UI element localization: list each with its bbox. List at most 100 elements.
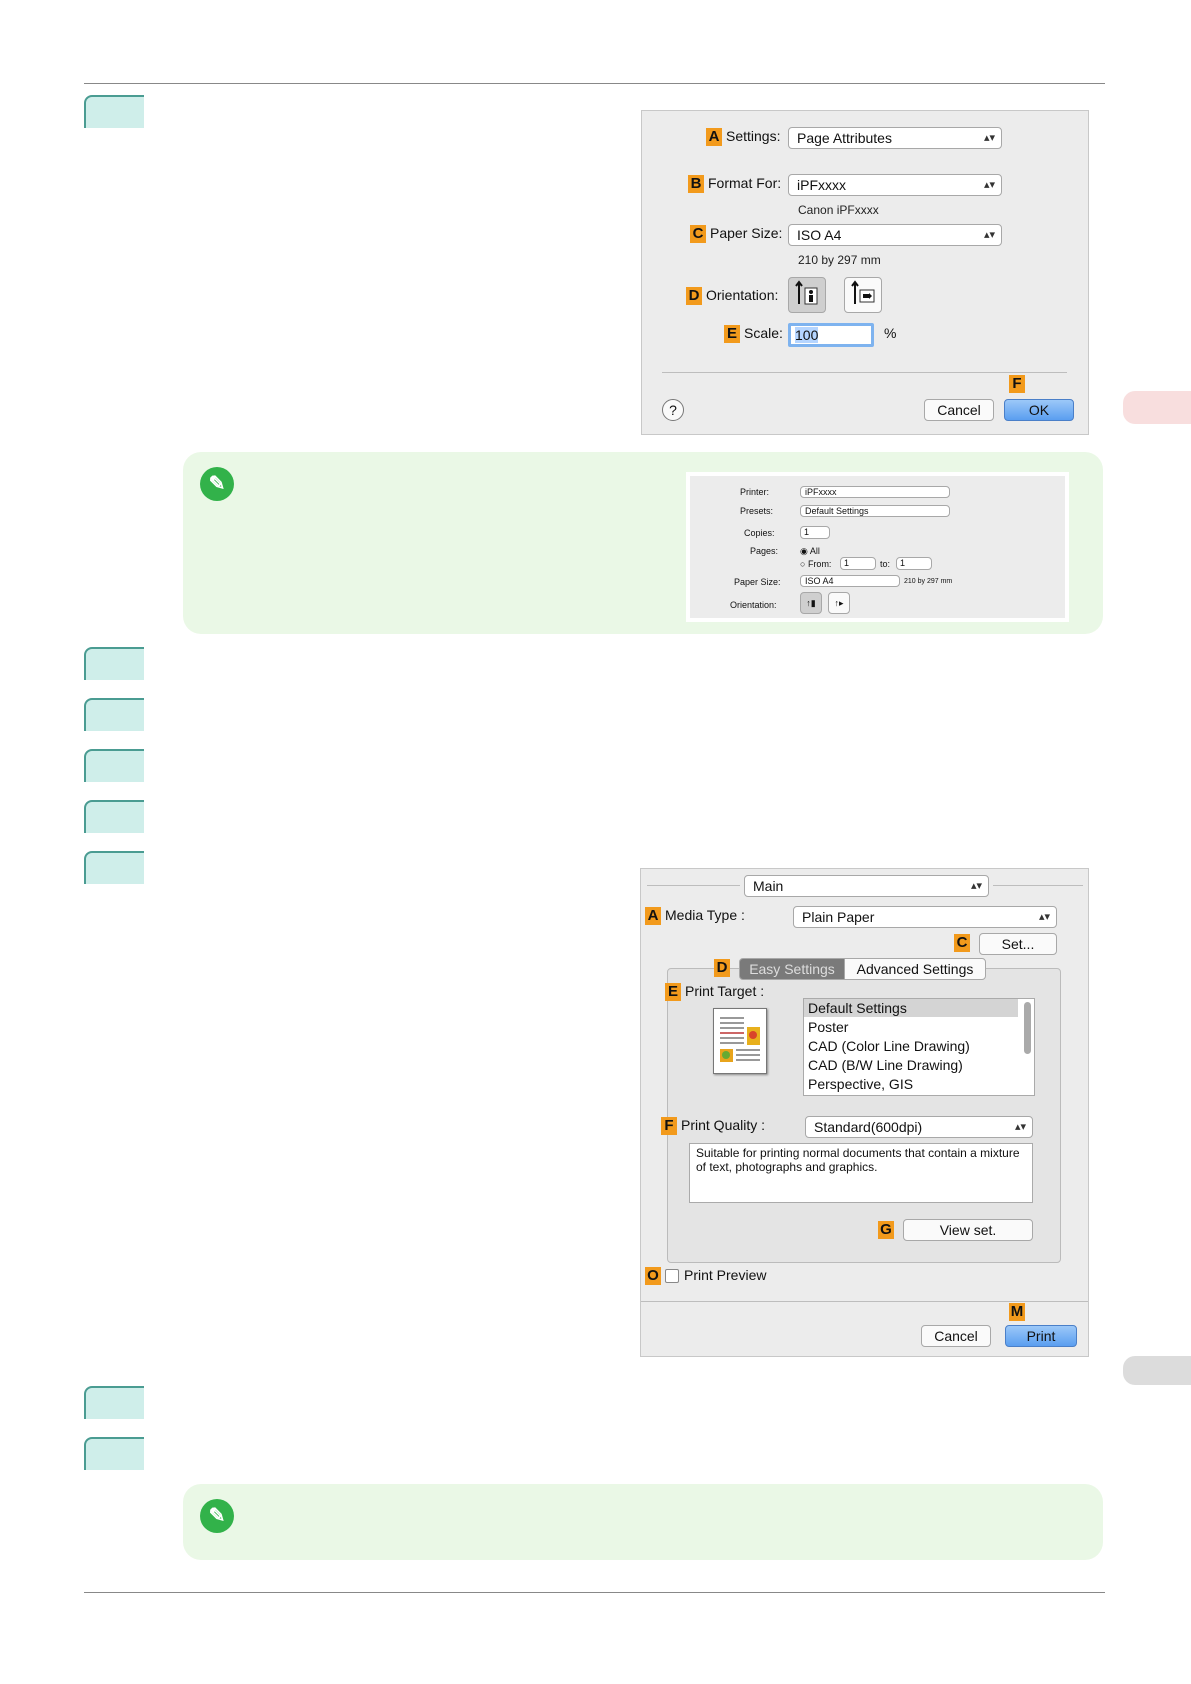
side-tab-section[interactable] (1123, 391, 1191, 424)
scale-value: 100 (795, 327, 819, 343)
media-popup[interactable]: Plain Paper ▴▾ (793, 906, 1057, 928)
panel-separator-left (647, 885, 740, 886)
stepper-icon: ▴▾ (1014, 1121, 1026, 1133)
scale-unit: % (884, 325, 897, 341)
print-target-label: Print Target : (685, 983, 765, 999)
marker-e: E (724, 325, 740, 343)
thumb-all-label: All (809, 546, 820, 556)
marker-c: C (690, 225, 706, 243)
dialog-separator (641, 1301, 1088, 1302)
media-row: A Media Type : (645, 907, 745, 925)
scale-label: Scale: (744, 325, 783, 341)
marker-d: D (686, 287, 702, 305)
step-marker (84, 95, 144, 128)
format-subtext: Canon iPFxxxx (798, 203, 879, 217)
marker-d: D (714, 959, 730, 977)
step-marker (84, 1437, 144, 1470)
step-marker (84, 647, 144, 680)
thumb-landscape-icon: ↑▸ (828, 592, 850, 614)
portrait-icon (795, 280, 818, 305)
landscape-orientation-button[interactable] (844, 277, 882, 313)
marker-o: O (645, 1267, 661, 1285)
format-row: B Format For: (688, 175, 781, 193)
orientation-row: D Orientation: (686, 287, 778, 305)
thumb-from-field: 1 (840, 557, 876, 570)
print-preview-checkbox[interactable] (665, 1269, 679, 1284)
step-marker (84, 851, 144, 884)
list-item[interactable]: Poster (808, 1019, 848, 1035)
list-item[interactable]: CAD (B/W Line Drawing) (808, 1057, 963, 1073)
note-box: ✎ (183, 1484, 1103, 1560)
stepper-icon: ▴▾ (983, 179, 995, 191)
orientation-label: Orientation: (706, 287, 779, 303)
step-marker (84, 698, 144, 731)
scale-input[interactable]: 100 (788, 323, 874, 347)
marker-f: F (1009, 375, 1025, 393)
portrait-orientation-button[interactable] (788, 277, 826, 313)
tab-advanced-settings[interactable]: Advanced Settings (844, 958, 986, 980)
list-scrollbar[interactable] (1024, 1002, 1031, 1054)
thumb-printer-value: iPFxxxx (805, 487, 837, 497)
step-marker (84, 1386, 144, 1419)
print-target-list[interactable]: Default Settings Poster CAD (Color Line … (803, 998, 1035, 1096)
thumb-copies-label: Copies: (744, 528, 775, 538)
thumb-portrait-icon: ↑▮ (800, 592, 822, 614)
panel-popup[interactable]: Main ▴▾ (744, 875, 989, 897)
marker-f-wrap: F (1009, 375, 1029, 393)
paper-popup[interactable]: ISO A4 ▴▾ (788, 224, 1002, 246)
print-button[interactable]: Print (1005, 1325, 1077, 1347)
marker-d-wrap: D (714, 959, 734, 977)
top-rule (84, 83, 1105, 84)
marker-f: F (661, 1117, 677, 1135)
document-preview-icon (713, 1008, 767, 1074)
settings-row: A Settings: (706, 128, 780, 146)
quality-description: Suitable for printing normal documents t… (689, 1143, 1033, 1203)
marker-c: C (954, 934, 970, 952)
format-value: iPFxxxx (797, 177, 846, 193)
list-item[interactable]: Perspective, GIS (808, 1076, 913, 1092)
stepper-icon: ▴▾ (983, 132, 995, 144)
preview-row: O Print Preview (645, 1267, 766, 1285)
page-thumbnail-icon (720, 1017, 760, 1062)
media-value: Plain Paper (802, 909, 875, 925)
side-tab-index[interactable] (1123, 1356, 1191, 1385)
settings-label: Settings: (726, 128, 781, 144)
format-label: Format For: (708, 175, 782, 191)
cancel-button[interactable]: Cancel (924, 399, 994, 421)
paper-label: Paper Size: (710, 225, 783, 241)
view-set-button[interactable]: View set. (903, 1219, 1033, 1241)
marker-g: G (878, 1221, 894, 1239)
settings-popup[interactable]: Page Attributes ▴▾ (788, 127, 1002, 149)
cancel-button[interactable]: Cancel (921, 1325, 991, 1347)
thumb-printer-popup: iPFxxxx (800, 486, 950, 498)
thumb-to-label: to: (880, 559, 891, 569)
stepper-icon: ▴▾ (1038, 911, 1050, 923)
ok-button[interactable]: OK (1004, 399, 1074, 421)
stepper-icon: ▴▾ (983, 229, 995, 241)
step-marker (84, 749, 144, 782)
tab-easy-settings[interactable]: Easy Settings (739, 958, 845, 980)
marker-m-wrap: M (1009, 1303, 1029, 1321)
list-item[interactable]: Default Settings (808, 1000, 907, 1016)
thumb-copies-field: 1 (800, 526, 830, 539)
step-marker (84, 800, 144, 833)
thumb-paper-value: ISO A4 (805, 576, 834, 586)
help-icon[interactable]: ? (662, 399, 684, 421)
panel-value: Main (753, 878, 784, 894)
print-main-dialog: Main ▴▾ A Media Type : Plain Paper ▴▾ C Set… (640, 868, 1089, 1357)
marker-a: A (645, 907, 661, 925)
thumb-printer-label: Printer: (740, 487, 770, 497)
thumb-presets-value: Default Settings (805, 506, 869, 516)
list-item[interactable]: CAD (Color Line Drawing) (808, 1038, 970, 1054)
format-popup[interactable]: iPFxxxx ▴▾ (788, 174, 1002, 196)
thumb-paper-popup: ISO A4 (800, 575, 900, 587)
note-pencil-icon: ✎ (200, 1499, 234, 1533)
thumb-from-label: From: (807, 559, 832, 569)
dialog-separator (662, 372, 1067, 373)
set-button[interactable]: Set... (979, 933, 1057, 955)
thumb-paper-label: Paper Size: (734, 577, 781, 587)
quality-row: F Print Quality : (661, 1117, 765, 1135)
thumb-paper-sub: 210 by 297 mm (904, 578, 953, 585)
quality-popup[interactable]: Standard(600dpi) ▴▾ (805, 1116, 1033, 1138)
marker-e: E (665, 983, 681, 1001)
